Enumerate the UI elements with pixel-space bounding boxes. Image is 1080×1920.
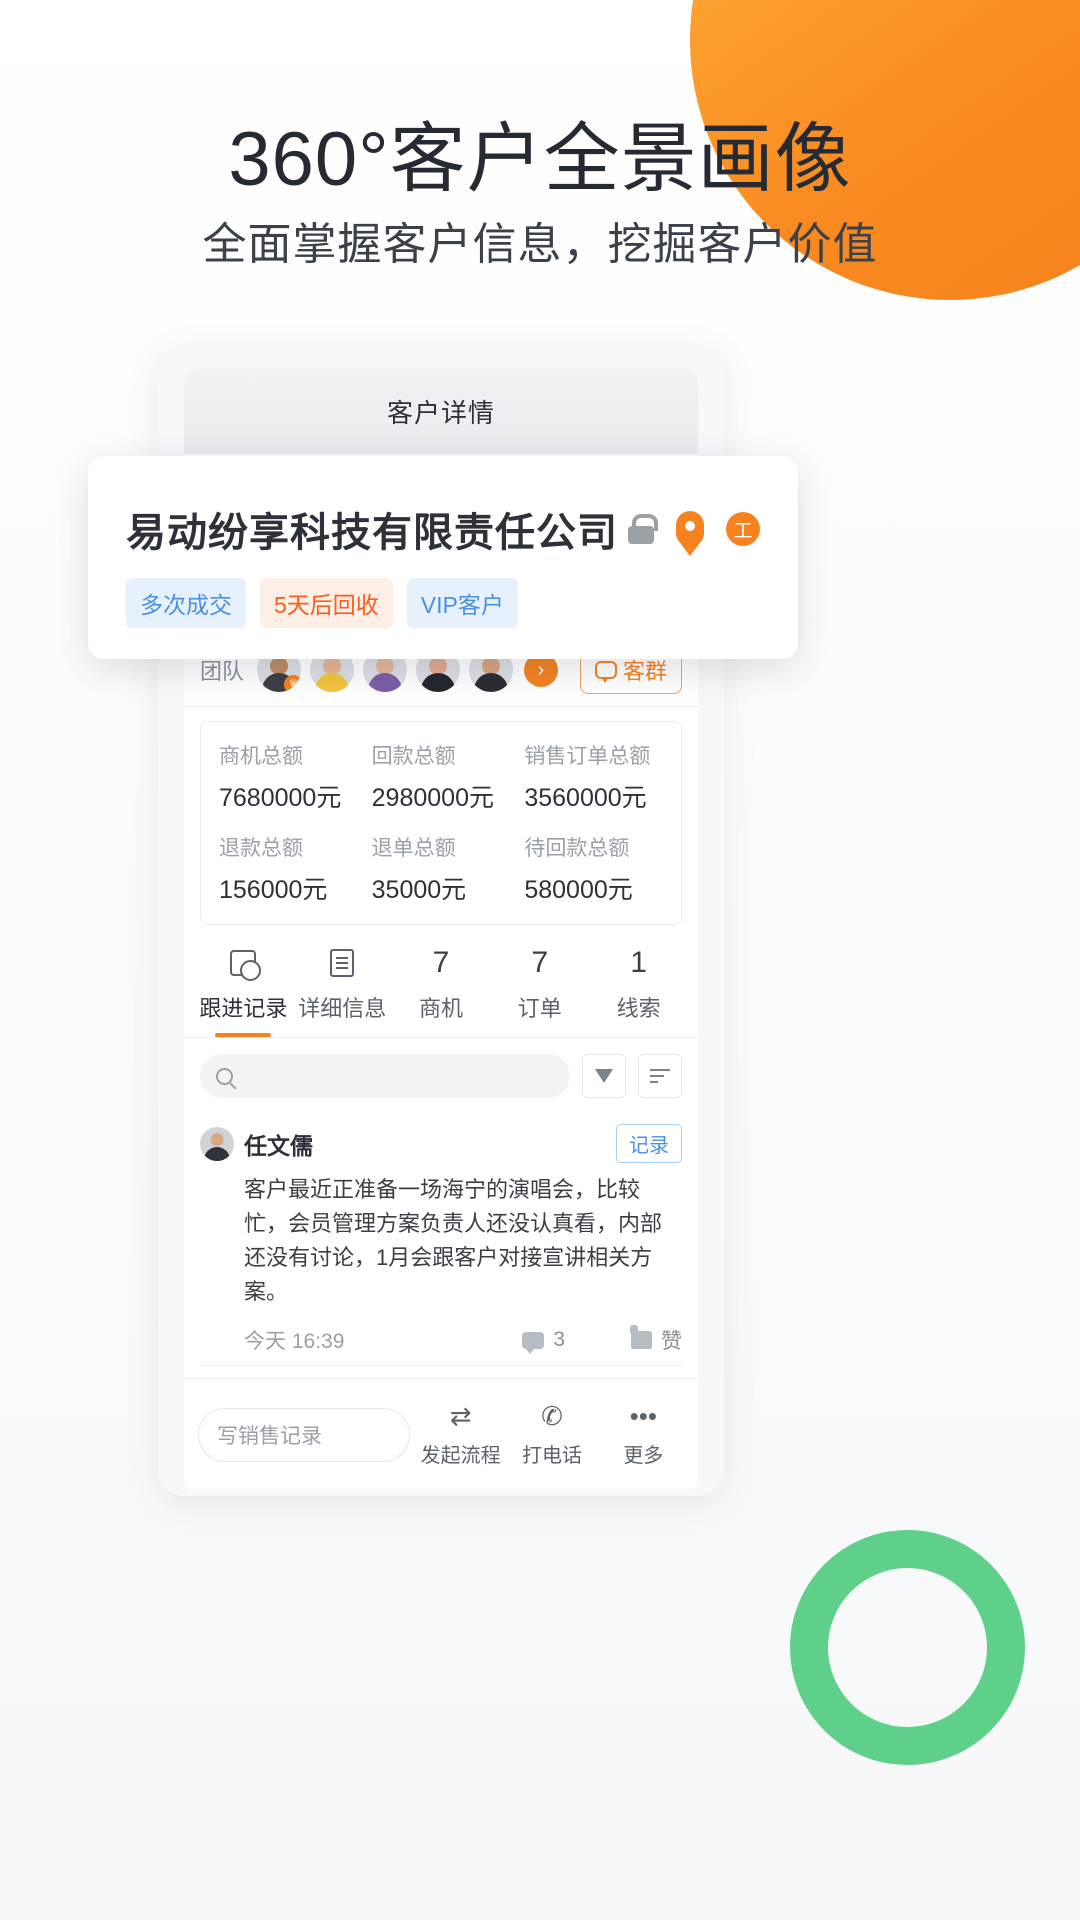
stats-grid: 商机总额 7680000元 回款总额 2980000元 销售订单总额 35600…: [219, 740, 677, 906]
company-tag-list: 多次成交 5天后回收 VIP客户: [126, 578, 760, 628]
tab-orders[interactable]: 7 订单: [490, 943, 589, 1037]
stats-section: 商机总额 7680000元 回款总额 2980000元 销售订单总额 35600…: [184, 707, 698, 925]
company-summary-card: 易动纷享科技有限责任公司 工 多次成交 5天后回收 VIP客户: [88, 456, 798, 659]
tab-leads[interactable]: 1 线索: [589, 943, 688, 1037]
like-label: 赞: [661, 1330, 682, 1354]
location-pin-icon[interactable]: [676, 511, 704, 547]
decorative-green-ring: [790, 1530, 1025, 1765]
page-root: 360°客户全景画像 全面掌握客户信息，挖掘客户价值 客户详情 团队 ♛ › 客…: [0, 0, 1080, 1920]
stat-value: 35000元: [371, 876, 467, 904]
company-badge-icon[interactable]: 工: [726, 512, 760, 546]
crown-icon: ♛: [284, 675, 302, 692]
stat-value: 580000元: [524, 876, 633, 904]
tab-label: 详细信息: [298, 996, 387, 1021]
tab-bar: 跟进记录 详细信息 7 商机 7 订单 1 线索: [184, 925, 698, 1038]
stat-value: 2980000元: [371, 784, 494, 812]
company-icon-group: 工: [628, 511, 760, 547]
bottom-action-bar: 写销售记录 ⇄ 发起流程 ✆ 打电话 ••• 更多: [184, 1378, 698, 1490]
page-subtitle: 全面掌握客户信息，挖掘客户价值: [202, 220, 878, 269]
stat-label: 回款总额: [371, 745, 456, 768]
call-label: 打电话: [521, 1444, 582, 1467]
tab-count: 7: [531, 946, 549, 979]
flow-icon: ⇄: [449, 1401, 472, 1431]
lock-icon[interactable]: [628, 514, 658, 544]
avatar[interactable]: [200, 1126, 234, 1161]
clock-record-icon: [194, 943, 293, 983]
more-button[interactable]: ••• 更多: [603, 1401, 684, 1468]
call-button[interactable]: ✆ 打电话: [511, 1401, 592, 1468]
comment-count: 3: [553, 1328, 565, 1352]
tab-count: 7: [432, 946, 450, 979]
tab-details[interactable]: 详细信息: [293, 943, 392, 1037]
tab-opportunities[interactable]: 7 商机: [392, 943, 491, 1037]
stat-label: 待回款总额: [524, 837, 630, 860]
search-icon: [216, 1067, 233, 1085]
feed-body-text: 客户最近正准备一场海宁的演唱会，比较忙，会员管理方案负责人还没认真看，内部还没有…: [244, 1177, 663, 1305]
more-label: 更多: [623, 1444, 664, 1467]
tab-label: 线索: [616, 996, 661, 1021]
page-title: 360°客户全景画像: [228, 117, 852, 202]
status-badge[interactable]: 5天后回收: [260, 578, 393, 628]
stat-label: 退款总额: [219, 837, 303, 860]
stat-cell: 商机总额 7680000元: [219, 740, 372, 814]
search-input[interactable]: [200, 1054, 570, 1098]
filter-button[interactable]: [582, 1054, 626, 1098]
status-badge[interactable]: VIP客户: [406, 578, 518, 628]
write-record-input[interactable]: 写销售记录: [198, 1407, 410, 1462]
stat-cell: 回款总额 2980000元: [372, 740, 525, 814]
more-icon: •••: [629, 1401, 657, 1431]
filter-icon: [595, 1069, 613, 1083]
stat-cell: 退单总额 35000元: [372, 832, 525, 906]
start-flow-button[interactable]: ⇄ 发起流程: [420, 1401, 501, 1468]
stat-value: 156000元: [219, 876, 328, 904]
status-badge[interactable]: 多次成交: [126, 578, 246, 628]
tab-label: 订单: [517, 996, 562, 1021]
thumbs-up-icon: [630, 1325, 652, 1350]
company-header: 易动纷享科技有限责任公司 工: [126, 500, 760, 558]
stat-label: 退单总额: [371, 837, 456, 860]
stat-cell: 退款总额 156000元: [219, 832, 372, 906]
stat-cell: 待回款总额 580000元: [524, 832, 677, 906]
tab-count: 1: [630, 946, 647, 979]
sort-icon: [650, 1069, 670, 1083]
stats-card: 商机总额 7680000元 回款总额 2980000元 销售订单总额 35600…: [200, 721, 682, 925]
start-flow-label: 发起流程: [420, 1444, 501, 1467]
stat-value: 3560000元: [524, 784, 647, 812]
feed-timestamp: 今天 16:39: [244, 1330, 345, 1354]
like-action[interactable]: 赞: [630, 1325, 682, 1355]
chat-bubble-icon: [594, 661, 617, 683]
feed-item[interactable]: 任文儒 记录 客户最近正准备一场海宁的演唱会，比较忙，会员管理方案负责人还没认真…: [200, 1110, 682, 1367]
stat-cell: 销售订单总额 3560000元: [524, 740, 677, 814]
tab-label: 商机: [418, 996, 463, 1021]
comment-action[interactable]: 3: [522, 1328, 565, 1354]
toolbar: [184, 1038, 698, 1104]
feed-header: 任文儒 记录: [200, 1124, 682, 1163]
screen-title: 客户详情: [184, 368, 698, 454]
stat-label: 销售订单总额: [524, 745, 651, 768]
tab-label: 跟进记录: [199, 996, 288, 1021]
stat-value: 7680000元: [219, 784, 342, 812]
feed-author: 任文儒: [244, 1132, 313, 1159]
sort-button[interactable]: [638, 1054, 682, 1098]
feed-footer: 今天 16:39 3 赞: [244, 1325, 682, 1355]
list-detail-icon: [293, 943, 392, 983]
comment-icon: [522, 1331, 545, 1354]
stat-label: 商机总额: [219, 745, 303, 768]
phone-icon: ✆: [541, 1401, 563, 1431]
record-badge[interactable]: 记录: [616, 1124, 682, 1163]
tab-follow-records[interactable]: 跟进记录: [194, 943, 293, 1037]
company-name: 易动纷享科技有限责任公司: [126, 511, 618, 555]
